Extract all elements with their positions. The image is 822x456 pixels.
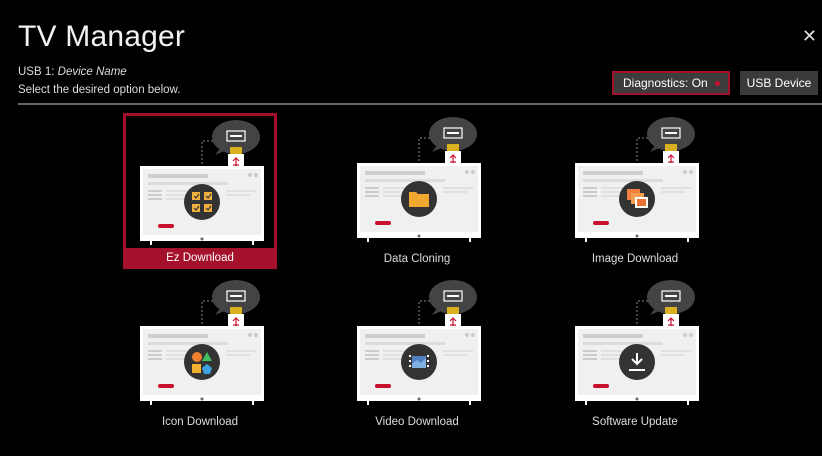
diagnostics-label: Diagnostics: On: [623, 76, 708, 90]
folder-icon: [409, 192, 429, 207]
close-icon[interactable]: ✕: [802, 26, 817, 47]
usb-device-line: USB 1: Device Name: [18, 66, 127, 78]
tv-usb-illustration: [575, 117, 699, 242]
tv-usb-illustration: [575, 280, 699, 405]
tv-usb-illustration: [357, 117, 481, 242]
page-title: TV Manager: [18, 20, 186, 53]
usb-device-button[interactable]: USB Device: [740, 71, 818, 95]
option-icon-download[interactable]: Icon Download: [123, 276, 277, 432]
divider: [18, 103, 822, 105]
option-label: Data Cloning: [383, 253, 451, 265]
option-video-download[interactable]: Video Download: [340, 276, 494, 432]
tv-usb-illustration: [140, 120, 264, 245]
option-label: Software Update: [592, 416, 678, 428]
option-label: Ez Download: [123, 248, 277, 269]
film-icon: [408, 354, 430, 370]
option-label: Image Download: [591, 253, 679, 265]
usb-prefix: USB 1:: [18, 66, 58, 78]
option-label: Video Download: [375, 416, 459, 428]
tv-usb-illustration: [357, 280, 481, 405]
status-dot-icon: [714, 80, 720, 86]
option-label: Icon Download: [161, 416, 239, 428]
tv-usb-illustration: [140, 280, 264, 405]
option-image-download[interactable]: Image Download: [558, 113, 712, 269]
diagnostics-button[interactable]: Diagnostics: On: [612, 71, 730, 95]
option-software-update[interactable]: Software Update: [558, 276, 712, 432]
option-data-cloning[interactable]: Data Cloning: [340, 113, 494, 269]
option-ez-download[interactable]: Ez Download: [123, 113, 277, 269]
device-name: Device Name: [57, 66, 127, 78]
instruction-text: Select the desired option below.: [18, 84, 181, 96]
